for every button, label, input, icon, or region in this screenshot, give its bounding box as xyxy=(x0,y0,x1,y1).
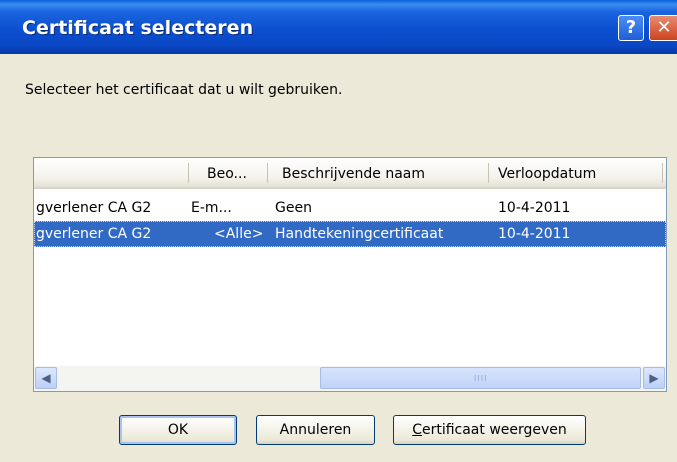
cell-issuer: gverlener CA G2 xyxy=(36,200,152,216)
dialog-title: Certificaat selecteren xyxy=(22,17,254,39)
scroll-right-arrow-icon[interactable]: ▶ xyxy=(643,367,665,389)
certificate-list[interactable]: Beo... Beschrijvende naam Verloopdatum g… xyxy=(33,157,667,392)
help-button[interactable]: ? xyxy=(618,15,644,41)
ok-button[interactable]: OK xyxy=(119,415,237,445)
cell-issuer: gverlener CA G2 xyxy=(36,226,152,242)
table-row-selected[interactable]: gverlener CA G2 <Alle> Handtekeningcerti… xyxy=(34,221,666,247)
cell-expiry: 10-4-2011 xyxy=(498,226,571,242)
column-header-expiry[interactable]: Verloopdatum xyxy=(498,158,596,187)
horizontal-scrollbar[interactable]: ◀ IIII ▶ xyxy=(34,366,666,391)
column-divider[interactable] xyxy=(267,163,268,183)
column-divider[interactable] xyxy=(488,163,489,183)
grip-icon: IIII xyxy=(474,374,488,383)
column-divider[interactable] xyxy=(188,163,189,183)
view-certificate-label: ertificaat weergeven xyxy=(421,422,567,438)
cell-friendly-name: Handtekeningcertificaat xyxy=(275,226,444,242)
cell-purpose: E-m... xyxy=(191,200,232,216)
column-header-purpose[interactable]: Beo... xyxy=(207,158,247,187)
column-header-friendly-name[interactable]: Beschrijvende naam xyxy=(282,158,425,187)
title-bar[interactable]: Certificaat selecteren ? ✕ xyxy=(0,0,677,54)
cell-expiry: 10-4-2011 xyxy=(498,200,571,216)
scroll-thumb[interactable]: IIII xyxy=(320,367,641,389)
column-divider[interactable] xyxy=(662,163,663,183)
close-button[interactable]: ✕ xyxy=(649,15,677,41)
view-certificate-button[interactable]: Certificaat weergeven xyxy=(393,415,586,445)
certificate-dialog: Certificaat selecteren ? ✕ Selecteer het… xyxy=(0,0,677,462)
scroll-left-arrow-icon[interactable]: ◀ xyxy=(35,367,57,389)
table-row[interactable]: gverlener CA G2 E-m... Geen 10-4-2011 xyxy=(34,195,666,221)
cancel-button[interactable]: Annuleren xyxy=(256,415,375,445)
instruction-text: Selecteer het certificaat dat u wilt geb… xyxy=(25,82,343,98)
cell-purpose: <Alle> xyxy=(214,226,264,242)
list-header: Beo... Beschrijvende naam Verloopdatum xyxy=(34,158,666,189)
view-certificate-mnemonic: C xyxy=(412,422,422,438)
cell-friendly-name: Geen xyxy=(275,200,312,216)
